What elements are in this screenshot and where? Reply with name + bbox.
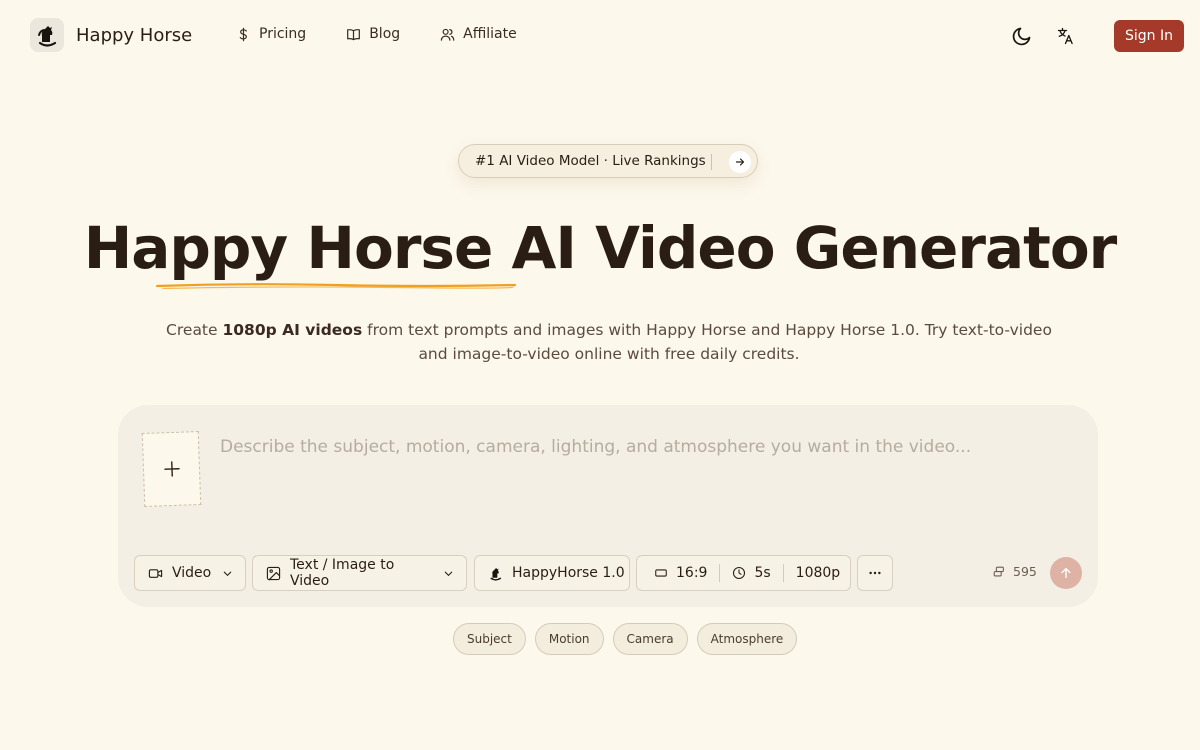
image-icon bbox=[266, 566, 281, 580]
chip-atmosphere[interactable]: Atmosphere bbox=[696, 623, 798, 655]
mode-label: Text / Image to Video bbox=[290, 557, 395, 589]
clock-icon bbox=[733, 566, 746, 580]
hero-subtitle: Create 1080p AI videos from text prompts… bbox=[160, 318, 1058, 366]
credits-balance: 595 bbox=[992, 564, 1037, 579]
subtitle-highlight: 1080p AI videos bbox=[222, 321, 363, 339]
more-horizontal-icon bbox=[869, 571, 881, 575]
mode-dropdown[interactable]: Text / Image to Video bbox=[252, 555, 467, 591]
moon-icon bbox=[1012, 27, 1031, 46]
horse-model-icon bbox=[490, 567, 502, 581]
model-label: HappyHorse 1.0 bbox=[512, 565, 625, 581]
chip-motion[interactable]: Motion bbox=[534, 623, 604, 655]
nav-affiliate[interactable]: Affiliate bbox=[440, 26, 517, 42]
header: Happy Horse Pricing Blog Affiliate Sign … bbox=[0, 0, 1200, 72]
dollar-icon bbox=[239, 27, 247, 41]
more-options-button[interactable] bbox=[857, 555, 893, 591]
prompt-suggestion-chips: Subject Motion Camera Atmosphere bbox=[453, 623, 798, 655]
horse-logo-icon bbox=[30, 18, 64, 52]
brand-name: Happy Horse bbox=[76, 24, 193, 46]
subtitle-intro: Create bbox=[166, 321, 223, 339]
duration-button[interactable]: 5s bbox=[732, 565, 771, 581]
aspect-ratio-icon bbox=[655, 569, 667, 577]
credits-count: 595 bbox=[1013, 564, 1037, 579]
aspect-ratio-button[interactable]: 16:9 bbox=[654, 565, 707, 581]
generate-button[interactable] bbox=[1050, 557, 1082, 589]
settings-divider bbox=[719, 564, 721, 582]
sign-in-button[interactable]: Sign In bbox=[1114, 20, 1184, 52]
chip-camera[interactable]: Camera bbox=[612, 623, 688, 655]
nav-pricing-label: Pricing bbox=[259, 26, 307, 42]
page-title: Happy Horse AI Video Generator bbox=[83, 214, 1118, 282]
language-button[interactable] bbox=[1052, 22, 1080, 50]
coins-icon bbox=[993, 566, 1004, 576]
users-icon bbox=[440, 28, 455, 41]
aspect-ratio-label: 16:9 bbox=[676, 565, 708, 581]
chip-subject[interactable]: Subject bbox=[453, 623, 526, 655]
title-underline-decoration bbox=[155, 283, 517, 290]
nav-affiliate-label: Affiliate bbox=[463, 26, 517, 42]
chevron-down-icon bbox=[444, 571, 453, 576]
resolution-button[interactable]: 1080p bbox=[796, 565, 841, 581]
output-type-dropdown[interactable]: Video bbox=[134, 555, 246, 591]
nav-pricing[interactable]: Pricing bbox=[236, 26, 306, 42]
video-camera-icon bbox=[148, 568, 163, 578]
rankings-badge-label: #1 AI Video Model · Live Rankings bbox=[475, 153, 706, 169]
video-settings-group: 16:9 5s 1080p bbox=[636, 555, 851, 591]
arrow-up-icon bbox=[1061, 567, 1071, 579]
model-selector[interactable]: HappyHorse 1.0 bbox=[474, 555, 630, 591]
badge-divider bbox=[711, 154, 712, 170]
theme-toggle-button[interactable] bbox=[1008, 22, 1036, 50]
subtitle-rest: from text prompts and images with Happy … bbox=[362, 321, 1052, 363]
chevron-down-icon bbox=[223, 571, 232, 576]
rankings-badge[interactable]: #1 AI Video Model · Live Rankings bbox=[458, 144, 758, 178]
prompt-input[interactable] bbox=[220, 432, 1070, 462]
resolution-label: 1080p bbox=[795, 565, 841, 581]
book-icon bbox=[347, 28, 361, 40]
plus-icon bbox=[163, 461, 180, 477]
output-type-label: Video bbox=[172, 565, 212, 581]
main-nav: Pricing Blog Affiliate bbox=[236, 26, 517, 42]
nav-blog-label: Blog bbox=[369, 26, 401, 42]
brand-logo-link[interactable]: Happy Horse bbox=[30, 18, 192, 52]
translate-icon bbox=[1057, 27, 1073, 45]
nav-blog[interactable]: Blog bbox=[346, 26, 400, 42]
settings-divider bbox=[782, 564, 784, 582]
arrow-right-icon bbox=[729, 151, 751, 173]
duration-label: 5s bbox=[754, 565, 771, 581]
image-upload-button[interactable] bbox=[141, 431, 202, 507]
